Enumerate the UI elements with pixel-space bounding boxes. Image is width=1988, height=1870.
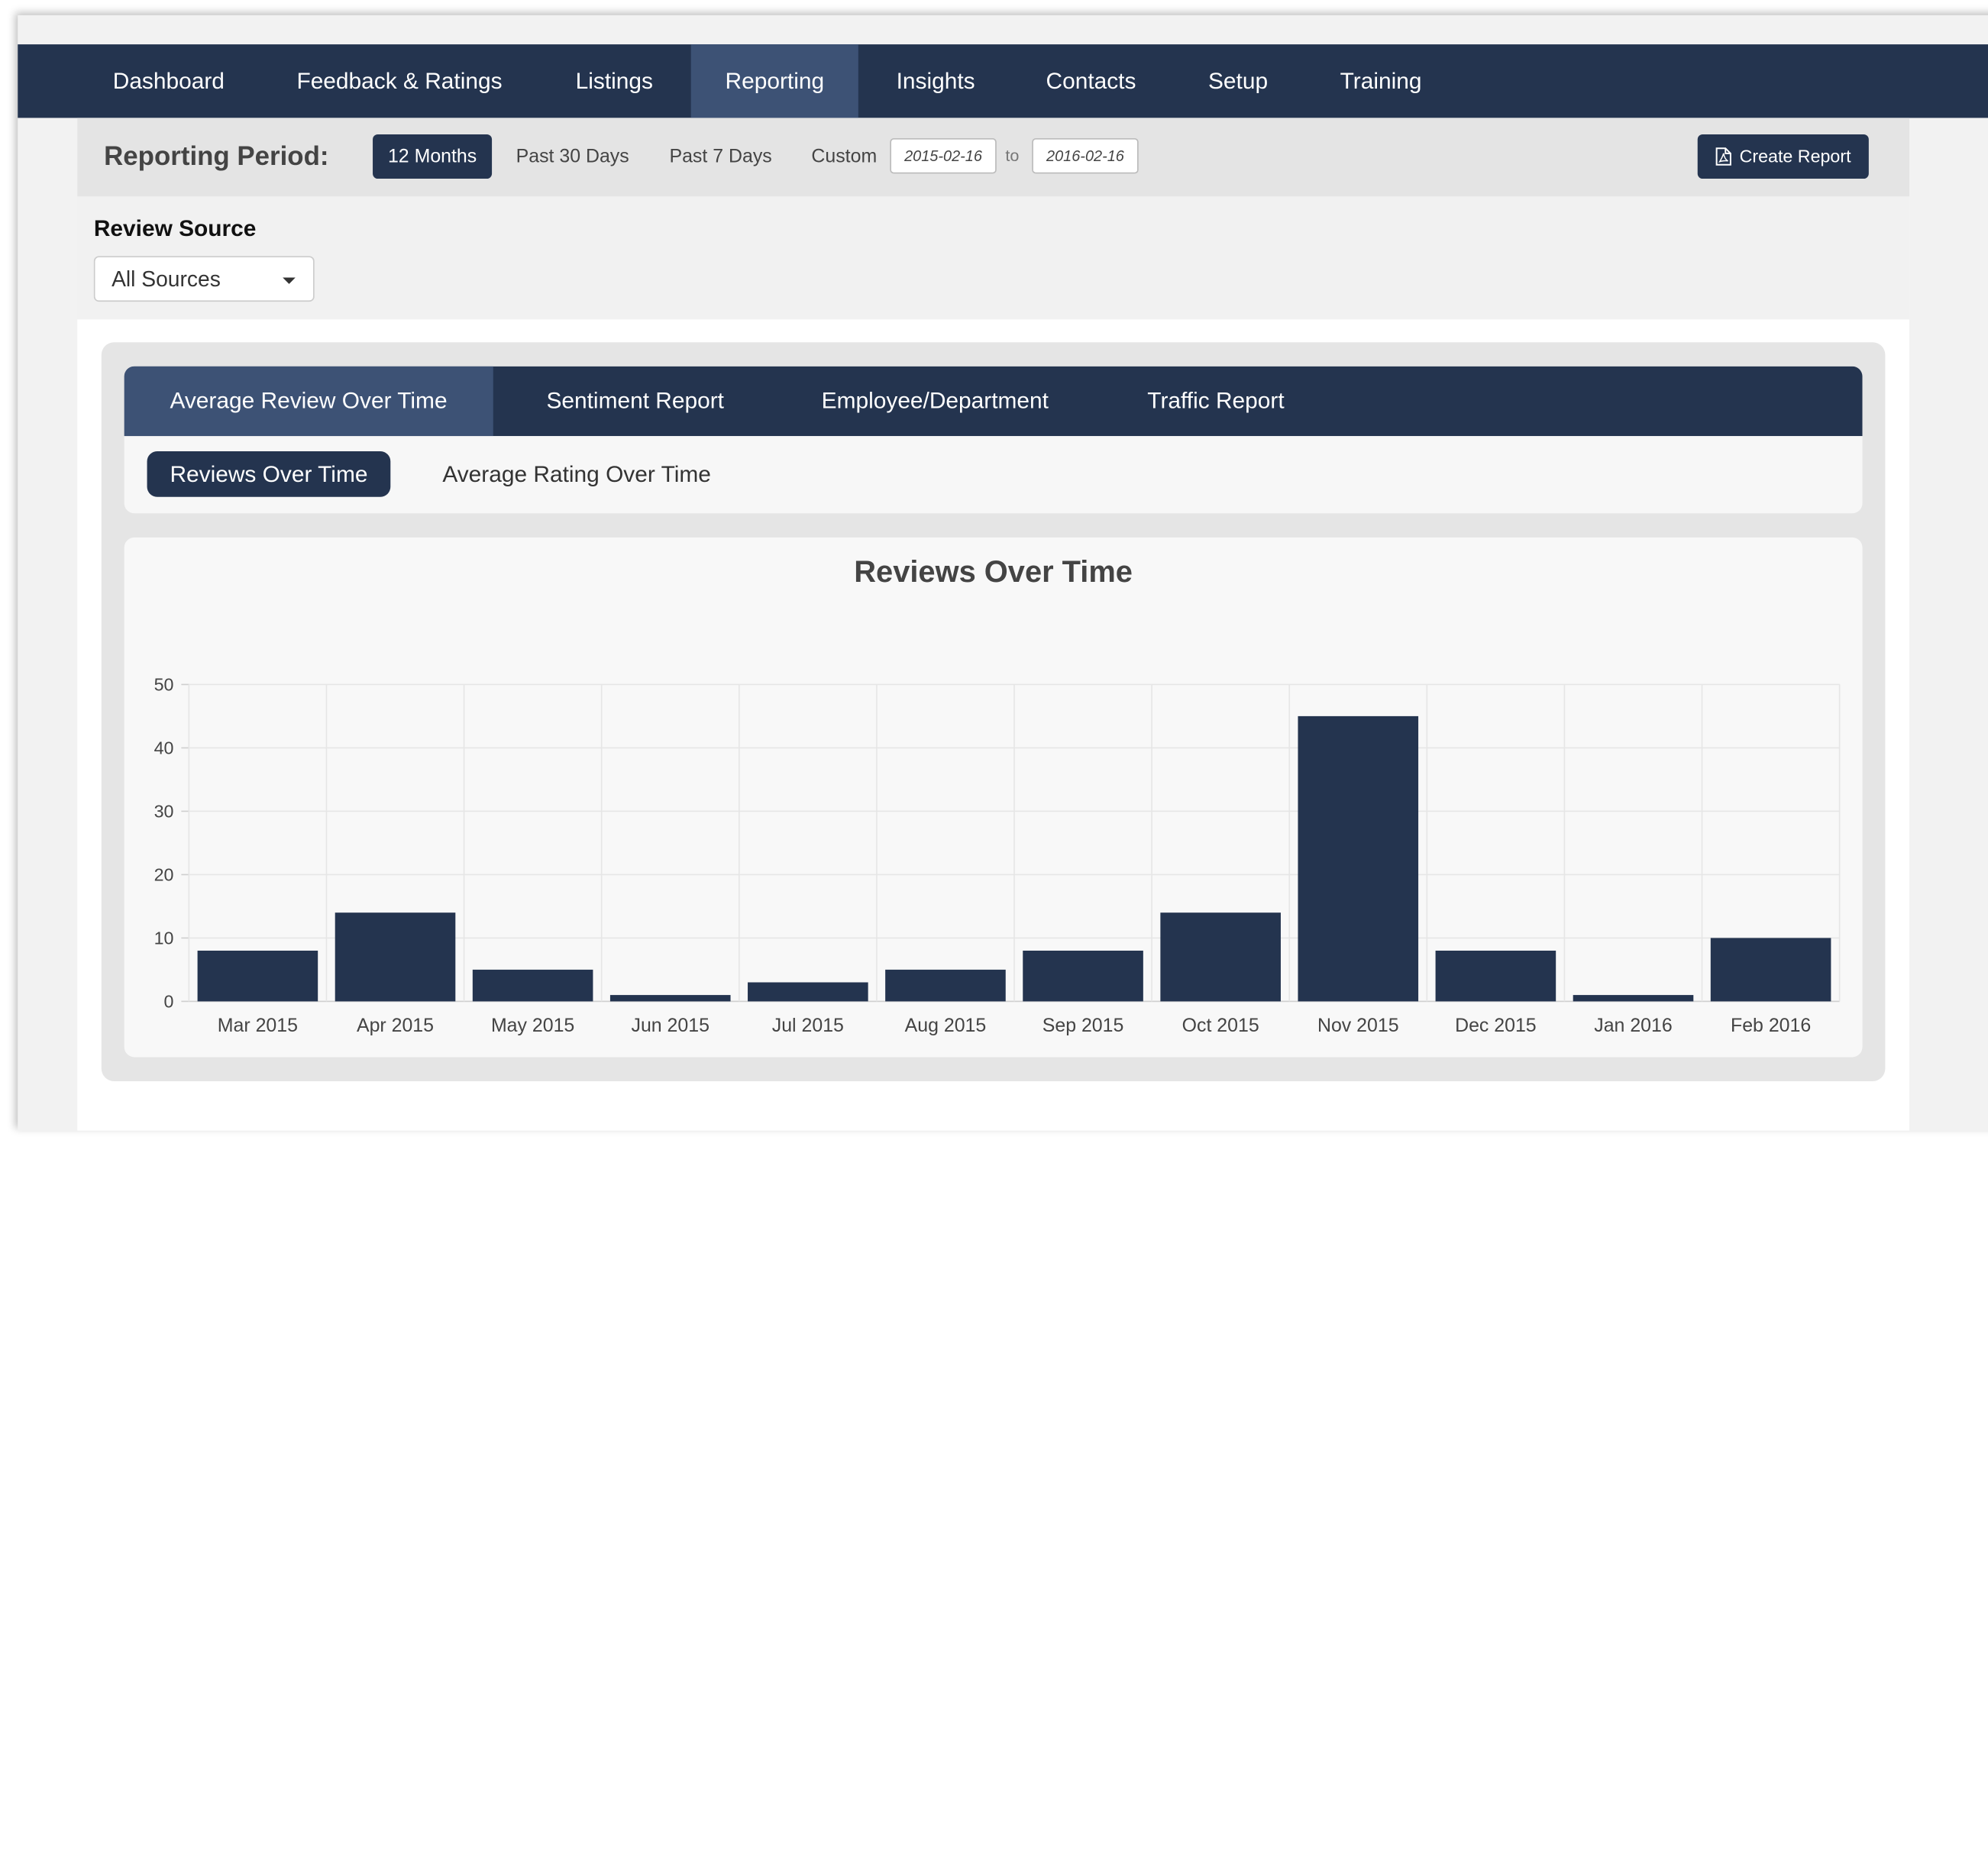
bar-jan-2016 xyxy=(1573,995,1694,1002)
bar-dec-2015 xyxy=(1435,951,1556,1002)
bar-jun-2015 xyxy=(609,995,731,1002)
nav-training[interactable]: Training xyxy=(1306,44,1456,118)
x-tick-label: Sep 2015 xyxy=(1042,1015,1124,1036)
review-source-label: Review Source xyxy=(93,215,257,241)
tab-traffic-report[interactable]: Traffic Report xyxy=(1102,367,1330,436)
to-date-input[interactable] xyxy=(1032,137,1139,174)
create-report-label: Create Report xyxy=(1739,145,1851,166)
nav-dashboard[interactable]: Dashboard xyxy=(79,44,259,118)
x-tick-label: Apr 2015 xyxy=(357,1015,434,1036)
create-report-button[interactable]: Create Report xyxy=(1697,134,1869,182)
bar-sep-2015 xyxy=(1023,951,1143,1002)
bar-oct-2015 xyxy=(1160,912,1281,1002)
x-tick-label: Jul 2015 xyxy=(772,1015,844,1036)
bar-aug-2015 xyxy=(885,969,1006,1002)
bar-may-2015 xyxy=(472,969,593,1002)
report-tab-bar: Average Review Over Time Sentiment Repor… xyxy=(124,366,1863,437)
pdf-document-icon xyxy=(1715,138,1732,182)
bar-nov-2015 xyxy=(1298,715,1419,1002)
x-tick-label: Dec 2015 xyxy=(1455,1015,1537,1036)
x-tick-label: Jun 2015 xyxy=(632,1015,710,1036)
reporting-period-label: Reporting Period: xyxy=(104,141,329,172)
reviews-over-time-chart: 0 10 20 30 40 50 Mar 2015 Apr 2015 May 2015 Jun 2… xyxy=(154,675,1841,1036)
nav-contacts[interactable]: Contacts xyxy=(1012,44,1171,118)
x-tick-label: Nov 2015 xyxy=(1317,1015,1399,1036)
bar-feb-2016 xyxy=(1710,938,1831,1002)
tab-sentiment-report[interactable]: Sentiment Report xyxy=(501,367,770,436)
y-tick-label: 10 xyxy=(154,929,174,948)
subtab-average-rating-over-time[interactable]: Average Rating Over Time xyxy=(419,451,733,497)
bar-jul-2015 xyxy=(748,982,868,1002)
x-tick-label: Aug 2015 xyxy=(905,1015,987,1036)
tab-average-review-over-time[interactable]: Average Review Over Time xyxy=(124,366,493,437)
review-source-section: Review Source All Sources xyxy=(77,196,1909,320)
x-tick-label: Oct 2015 xyxy=(1182,1015,1259,1036)
period-past-7-days-button[interactable]: Past 7 Days xyxy=(655,134,787,179)
bar-apr-2015 xyxy=(335,912,456,1002)
date-range-to-label: to xyxy=(1005,145,1020,165)
x-tick-label: Mar 2015 xyxy=(218,1015,298,1036)
report-tabs-box: Average Review Over Time Sentiment Repor… xyxy=(124,366,1863,514)
period-past-30-days-button[interactable]: Past 30 Days xyxy=(501,134,645,179)
subtab-reviews-over-time[interactable]: Reviews Over Time xyxy=(147,451,391,497)
reporting-period-bar: Reporting Period: 12 Months Past 30 Days… xyxy=(77,118,1909,197)
chart-card: Reviews Over Time 0 10 20 30 40 50 Mar 2015 Apr… xyxy=(124,537,1863,1058)
caret-down-icon xyxy=(283,277,296,284)
y-tick-label: 40 xyxy=(154,738,174,758)
y-tick-label: 0 xyxy=(163,992,173,1012)
nav-listings[interactable]: Listings xyxy=(541,44,687,118)
x-tick-label: Jan 2016 xyxy=(1594,1015,1672,1036)
nav-insights[interactable]: Insights xyxy=(862,44,1010,118)
review-source-value: All Sources xyxy=(112,267,221,292)
review-source-dropdown[interactable]: All Sources xyxy=(93,256,315,302)
y-tick-label: 30 xyxy=(154,802,174,822)
app-window: Dashboard Feedback & Ratings Listings Re… xyxy=(18,15,1988,1131)
y-tick-label: 20 xyxy=(154,865,174,885)
nav-reporting[interactable]: Reporting xyxy=(690,44,858,118)
y-tick-label: 50 xyxy=(154,675,174,695)
period-12-months-button[interactable]: 12 Months xyxy=(373,134,493,179)
x-tick-label: Feb 2016 xyxy=(1731,1015,1811,1036)
x-tick-label: May 2015 xyxy=(491,1015,574,1036)
nav-feedback-ratings[interactable]: Feedback & Ratings xyxy=(263,44,537,118)
nav-setup[interactable]: Setup xyxy=(1174,44,1302,118)
bar-mar-2015 xyxy=(197,951,318,1002)
tab-employee-department[interactable]: Employee/Department xyxy=(776,367,1094,436)
top-nav: Dashboard Feedback & Ratings Listings Re… xyxy=(18,44,1988,118)
from-date-input[interactable] xyxy=(890,137,997,174)
period-custom-button[interactable]: Custom xyxy=(796,134,892,179)
